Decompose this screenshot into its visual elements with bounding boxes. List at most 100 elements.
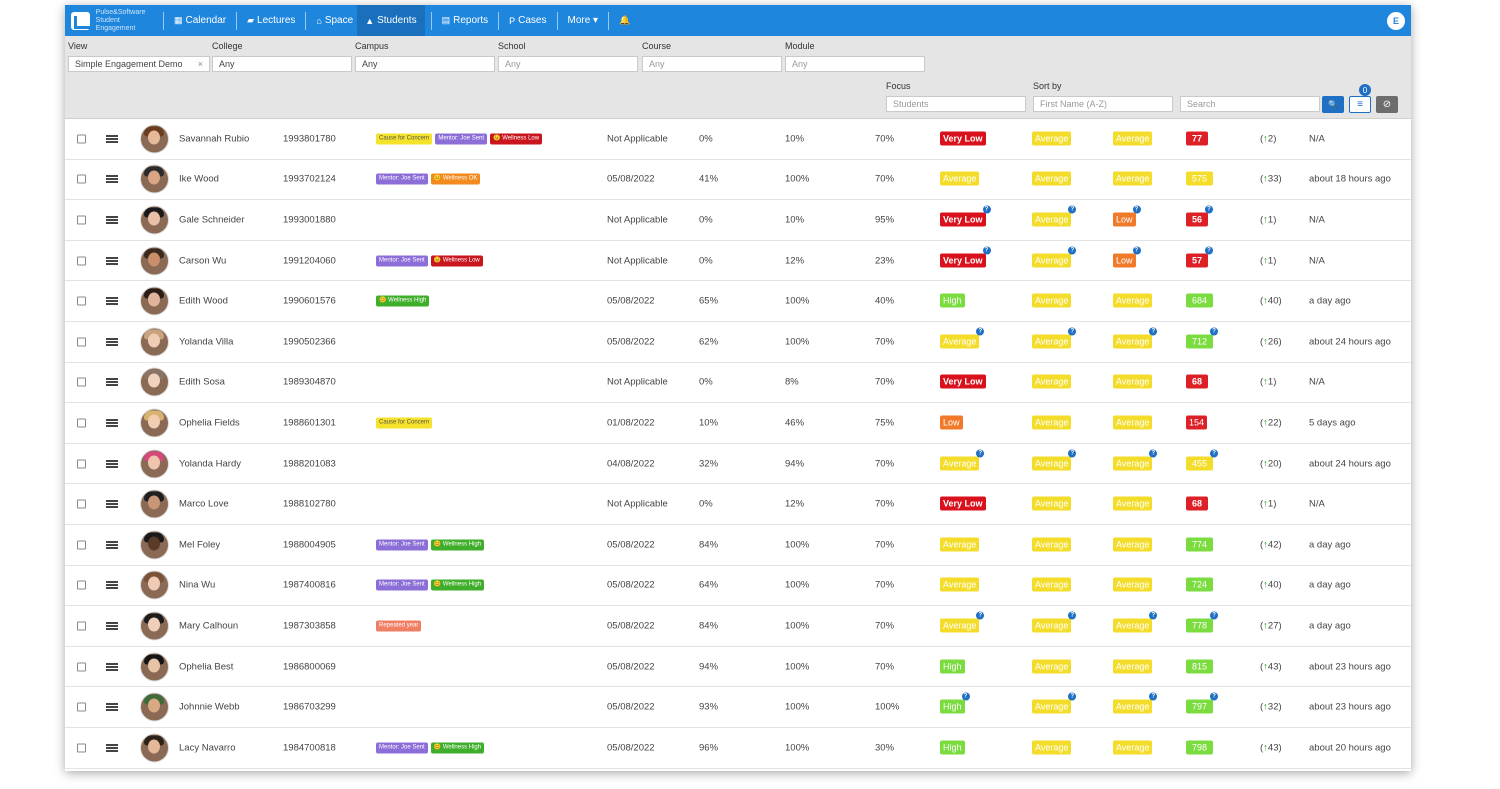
engagement-badge[interactable]: Very Low: [940, 131, 986, 146]
nav-reports[interactable]: ▤ Reports: [438, 5, 493, 36]
reset-button[interactable]: ⊘: [1376, 96, 1398, 113]
avatar[interactable]: [140, 692, 169, 722]
rating-badge[interactable]: Average: [1113, 659, 1153, 674]
search-input[interactable]: Search: [1180, 96, 1320, 112]
avatar[interactable]: [140, 286, 169, 316]
rating-badge[interactable]: Average: [1032, 171, 1072, 186]
row-checkbox[interactable]: [77, 418, 86, 428]
rating-badge[interactable]: Average: [1032, 496, 1072, 511]
row-menu-icon[interactable]: [106, 175, 118, 184]
module-select[interactable]: Any: [785, 56, 925, 72]
rating-badge[interactable]: Average: [1113, 577, 1153, 592]
student-name[interactable]: Edith Sosa: [179, 377, 225, 388]
row-checkbox[interactable]: [77, 580, 86, 590]
avatar[interactable]: [140, 246, 169, 276]
nav-lectures[interactable]: ▰ Lectures: [243, 5, 299, 36]
student-tag[interactable]: 😟 Wellness Low: [430, 255, 483, 267]
score-badge[interactable]: 455: [1186, 456, 1214, 471]
notifications-bell[interactable]: 🔔: [615, 5, 634, 36]
student-name[interactable]: Lacy Navarro: [179, 742, 236, 753]
avatar[interactable]: [140, 164, 169, 194]
engagement-badge[interactable]: High: [940, 293, 965, 308]
score-badge[interactable]: 56: [1186, 212, 1209, 227]
row-checkbox[interactable]: [77, 743, 86, 753]
rating-badge[interactable]: Average: [1032, 618, 1072, 633]
row-menu-icon[interactable]: [106, 337, 118, 346]
row-checkbox[interactable]: [77, 662, 86, 672]
engagement-badge[interactable]: Average: [940, 618, 980, 633]
student-name[interactable]: Yolanda Villa: [179, 336, 233, 347]
student-name[interactable]: Marco Love: [179, 499, 229, 510]
row-menu-icon[interactable]: [106, 459, 118, 468]
rating-badge[interactable]: Average: [1113, 618, 1153, 633]
nav-cases[interactable]: P Cases: [505, 5, 550, 36]
score-badge[interactable]: 68: [1186, 374, 1209, 389]
engagement-badge[interactable]: High: [940, 659, 965, 674]
row-checkbox[interactable]: [77, 174, 86, 184]
avatar[interactable]: [140, 367, 169, 397]
student-tag[interactable]: 😐 Wellness OK: [430, 173, 481, 185]
rating-badge[interactable]: Average: [1032, 577, 1072, 592]
student-tag[interactable]: 😊 Wellness High: [430, 539, 485, 551]
row-checkbox[interactable]: [77, 499, 86, 509]
row-menu-icon[interactable]: [106, 500, 118, 509]
score-badge[interactable]: 68: [1186, 496, 1209, 511]
student-name[interactable]: Johnnie Webb: [179, 702, 240, 713]
engagement-badge[interactable]: High: [940, 740, 965, 755]
avatar[interactable]: [140, 733, 169, 763]
app-logo[interactable]: Pulse&Software Student Engagement: [65, 5, 157, 36]
avatar[interactable]: [140, 652, 169, 682]
score-badge[interactable]: 774: [1186, 537, 1214, 552]
row-checkbox[interactable]: [77, 459, 86, 469]
table-row[interactable]: Yolanda Hardy 1988201083 04/08/2022 32% …: [65, 444, 1411, 485]
student-name[interactable]: Ike Wood: [179, 174, 219, 185]
row-menu-icon[interactable]: [106, 418, 118, 427]
student-tag[interactable]: Repeated year: [376, 620, 422, 632]
rating-badge[interactable]: Average: [1113, 374, 1153, 389]
nav-more-dropdown[interactable]: More ▾: [564, 5, 603, 36]
table-row[interactable]: Johnnie Webb 1986703299 05/08/2022 93% 1…: [65, 687, 1411, 728]
row-checkbox[interactable]: [77, 540, 86, 550]
table-row[interactable]: Ophelia Best 1986800069 05/08/2022 94% 1…: [65, 647, 1411, 688]
score-badge[interactable]: 798: [1186, 740, 1214, 755]
student-tag[interactable]: 😊 Wellness High: [430, 742, 485, 754]
student-tag[interactable]: Mentor: Joe Sent: [376, 255, 428, 267]
score-badge[interactable]: 724: [1186, 577, 1214, 592]
rating-badge[interactable]: Average: [1032, 415, 1072, 430]
avatar[interactable]: [140, 124, 169, 154]
rating-badge[interactable]: Average: [1032, 334, 1072, 349]
table-row[interactable]: Gale Schneider 1993001880 Not Applicable…: [65, 200, 1411, 241]
table-row[interactable]: Carson Wu 1991204060 Mentor: Joe Sent 😟 W…: [65, 241, 1411, 282]
student-tag[interactable]: 😟 Wellness Low: [490, 133, 543, 145]
row-menu-icon[interactable]: [106, 134, 118, 143]
student-tag[interactable]: 😊 Wellness High: [430, 579, 485, 591]
row-menu-icon[interactable]: [106, 581, 118, 590]
rating-badge[interactable]: Average: [1032, 456, 1072, 471]
table-row[interactable]: Savannah Rubio 1993801780 Cause for Conc…: [65, 119, 1411, 160]
avatar[interactable]: [140, 530, 169, 560]
student-tag[interactable]: Mentor: Joe Sent: [376, 579, 428, 591]
student-tag[interactable]: Cause for Concern: [376, 417, 433, 429]
student-name[interactable]: Nina Wu: [179, 580, 215, 591]
student-name[interactable]: Mel Foley: [179, 539, 220, 550]
rating-badge[interactable]: Average: [1032, 374, 1072, 389]
student-name[interactable]: Edith Wood: [179, 296, 228, 307]
user-avatar[interactable]: E: [1387, 11, 1405, 30]
engagement-badge[interactable]: High: [940, 699, 965, 714]
table-row[interactable]: Yolanda Villa 1990502366 05/08/2022 62% …: [65, 322, 1411, 363]
search-button[interactable]: 🔍: [1322, 96, 1344, 113]
rating-badge[interactable]: Average: [1032, 131, 1072, 146]
engagement-badge[interactable]: Average: [940, 456, 980, 471]
row-menu-icon[interactable]: [106, 621, 118, 630]
rating-badge[interactable]: Average: [1032, 253, 1072, 268]
rating-badge[interactable]: Average: [1113, 699, 1153, 714]
nav-students[interactable]: ▲ Students: [357, 5, 425, 36]
rating-badge[interactable]: Average: [1113, 334, 1153, 349]
row-menu-icon[interactable]: [106, 215, 118, 224]
engagement-badge[interactable]: Average: [940, 577, 980, 592]
row-checkbox[interactable]: [77, 134, 86, 144]
row-checkbox[interactable]: [77, 256, 86, 266]
rating-badge[interactable]: Average: [1113, 415, 1153, 430]
student-tag[interactable]: 😊 Wellness High: [376, 295, 430, 307]
engagement-badge[interactable]: Very Low: [940, 374, 986, 389]
